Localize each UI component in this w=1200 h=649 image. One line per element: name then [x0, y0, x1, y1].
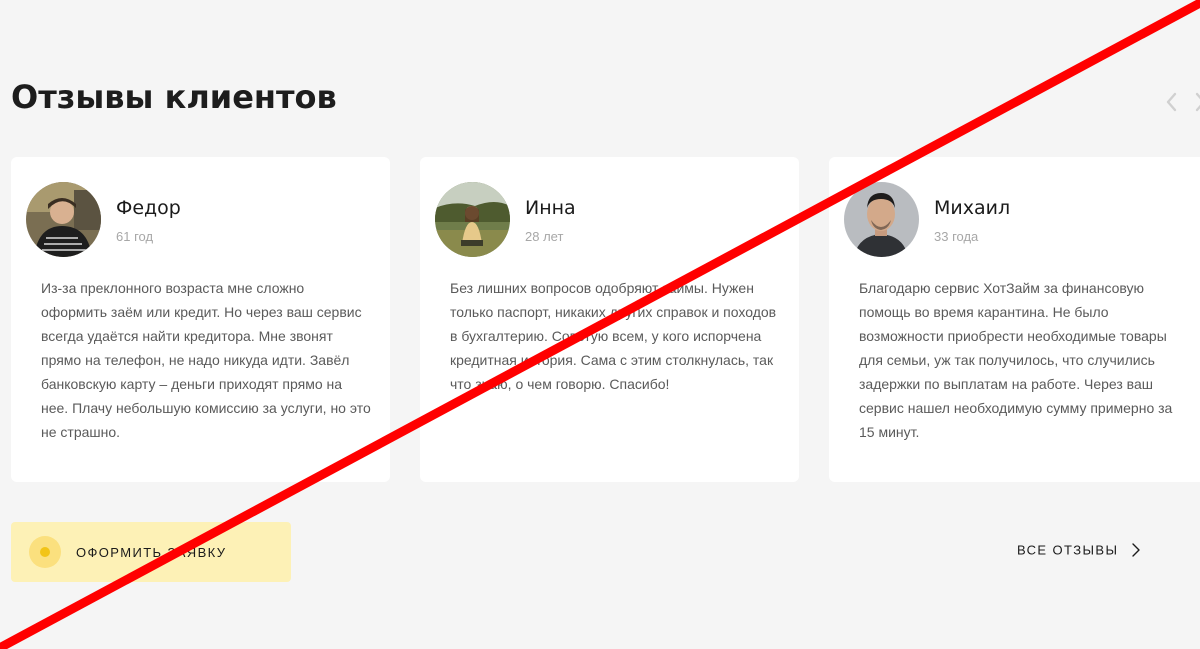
section-title: Отзывы клиентов	[11, 78, 337, 116]
reviewer-name: Михаил	[934, 197, 1011, 219]
avatar	[435, 182, 510, 257]
reviewer-name: Инна	[525, 197, 576, 219]
review-text: Благодарю сервис ХотЗайм за финансовую п…	[859, 280, 1173, 440]
review-card: Федор 61 год Из-за преклонного возраста …	[11, 157, 390, 482]
review-card: Инна 28 лет Без лишних вопросов одобряют…	[420, 157, 799, 482]
avatar	[26, 182, 101, 257]
carousel-nav	[1160, 90, 1200, 114]
review-card: Михаил 33 года Благодарю сервис ХотЗайм …	[829, 157, 1200, 482]
reviewer-age: 28 лет	[525, 229, 564, 244]
avatar-photo-icon	[435, 182, 510, 257]
all-reviews-label: ВСЕ ОТЗЫВЫ	[1017, 542, 1119, 558]
review-text: Из-за преклонного возраста мне сложно оф…	[41, 280, 371, 440]
all-reviews-link[interactable]: ВСЕ ОТЗЫВЫ	[1017, 541, 1141, 563]
apply-button[interactable]: ОФОРМИТЬ ЗАЯВКУ	[11, 522, 291, 582]
avatar-photo-icon	[26, 182, 101, 257]
avatar-photo-icon	[844, 182, 919, 257]
reviewer-age: 61 год	[116, 229, 154, 244]
avatar	[844, 182, 919, 257]
carousel-prev-button[interactable]	[1162, 90, 1182, 114]
carousel-next-button[interactable]	[1190, 90, 1200, 114]
apply-button-label: ОФОРМИТЬ ЗАЯВКУ	[76, 545, 227, 560]
chevron-right-icon	[1195, 92, 1200, 112]
chevron-left-icon	[1166, 92, 1177, 112]
dot-icon	[29, 536, 61, 568]
review-text: Без лишних вопросов одобряют займы. Нуже…	[450, 280, 777, 392]
reviewer-name: Федор	[116, 197, 181, 219]
reviewer-age: 33 года	[934, 229, 979, 244]
chevron-right-icon	[1131, 542, 1141, 558]
